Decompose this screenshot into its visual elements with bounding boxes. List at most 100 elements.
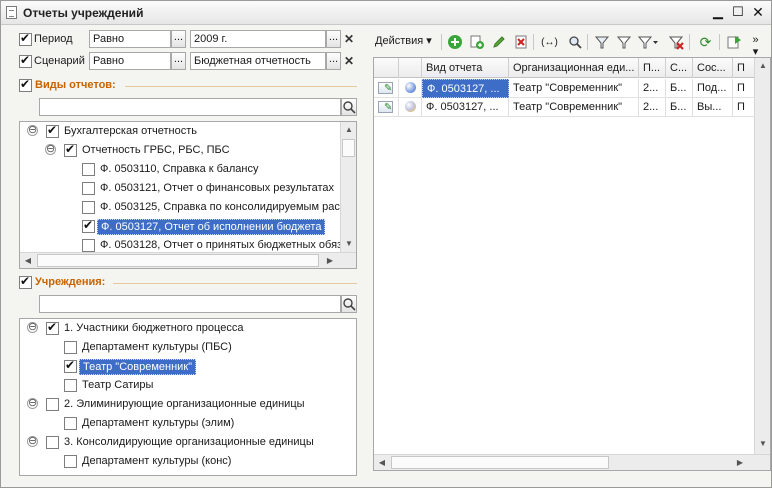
tree-item-label[interactable]: Ф. 0503125, Справка по консолидируемым р… (97, 200, 348, 216)
scenario-value-select-button[interactable]: ... (326, 52, 341, 70)
export-icon[interactable] (725, 34, 742, 51)
filter-set-icon[interactable] (593, 34, 610, 51)
collapse-toggle-icon[interactable]: ⊖ (27, 398, 38, 409)
tree-row[interactable]: Ф. 0503110, Справка к балансу (20, 160, 340, 179)
collapse-toggle-icon[interactable]: ⊖ (27, 125, 38, 136)
scroll-right-arrow[interactable]: ▶ (732, 455, 748, 470)
period-value-field[interactable]: 2009 г. (190, 30, 326, 48)
tree-item-label[interactable]: Департамент культуры (конс) (79, 454, 234, 470)
tree-item-checkbox[interactable] (82, 218, 95, 233)
edit-icon[interactable] (490, 34, 507, 51)
column-header-period[interactable]: П... (639, 58, 666, 78)
report-types-vscrollbar[interactable]: ▲ ▼ (340, 122, 356, 252)
tree-row[interactable]: ⊖ 1. Участники бюджетного процесса (20, 319, 340, 338)
tree-row[interactable]: Департамент культуры (ПБС) (20, 338, 340, 357)
scroll-left-arrow[interactable]: ◀ (20, 253, 36, 268)
collapse-toggle-icon[interactable]: ⊖ (45, 144, 56, 155)
tree-item-checkbox[interactable] (64, 455, 77, 468)
report-type-cell[interactable]: Ф. 0503127, ... (422, 79, 509, 98)
tree-row[interactable]: Театр "Современник" (20, 357, 340, 376)
tree-item-checkbox[interactable] (46, 398, 59, 411)
period-clear-button[interactable]: ✕ (342, 30, 356, 48)
tree-item-label[interactable]: Бухгалтерская отчетность (61, 124, 200, 140)
minimize-button[interactable]: ▁ (710, 4, 726, 20)
period-condition-select-button[interactable]: ... (171, 30, 186, 48)
scenario-clear-button[interactable]: ✕ (342, 52, 356, 70)
tree-item-checkbox[interactable] (46, 123, 59, 138)
tree-item-checkbox[interactable] (64, 379, 77, 392)
delete-icon[interactable] (512, 34, 529, 51)
tree-item-checkbox[interactable] (46, 436, 59, 449)
scroll-thumb[interactable] (391, 456, 609, 469)
scroll-left-arrow[interactable]: ◀ (374, 455, 390, 470)
report-types-search-button[interactable] (341, 98, 357, 116)
organization-cell[interactable]: Театр "Современник" (509, 79, 639, 98)
tree-item-label[interactable]: Театр Сатиры (79, 378, 156, 394)
tree-item-label[interactable]: Ф. 0503110, Справка к балансу (97, 162, 261, 178)
tree-item-checkbox[interactable] (64, 142, 77, 157)
tree-item-checkbox[interactable] (82, 182, 95, 195)
table-row[interactable]: Ф. 0503127, ... Театр "Современник" 2...… (374, 98, 758, 117)
tree-row[interactable]: Ф. 0503127, Отчет об исполнении бюджета (20, 217, 340, 236)
filter-dropdown-icon[interactable] (637, 34, 659, 51)
period-value-select-button[interactable]: ... (326, 30, 341, 48)
scroll-down-arrow[interactable]: ▼ (755, 436, 770, 452)
organization-cell[interactable]: Театр "Современник" (509, 98, 639, 117)
scenario-condition-select-button[interactable]: ... (171, 52, 186, 70)
tree-item-label[interactable]: Ф. 0503127, Отчет об исполнении бюджета (97, 219, 326, 235)
tree-item-checkbox[interactable] (64, 341, 77, 354)
close-window-button[interactable]: ✕ (750, 4, 766, 20)
period-condition-field[interactable]: Равно (89, 30, 171, 48)
tree-row[interactable]: ⊖ 3. Консолидирующие организационные един… (20, 433, 340, 452)
copy-icon[interactable] (468, 34, 485, 51)
tree-row[interactable]: Ф. 0503121, Отчет о финансовых результат… (20, 179, 340, 198)
tree-row[interactable]: Ф. 0503125, Справка по консолидируемым р… (20, 198, 345, 217)
tree-item-label[interactable]: 1. Участники бюджетного процесса (61, 321, 246, 337)
institutions-search-button[interactable] (341, 295, 357, 313)
tree-row[interactable]: Департамент культуры (конс) (20, 452, 340, 471)
tree-item-checkbox[interactable] (82, 163, 95, 176)
report-types-checkbox[interactable] (19, 77, 32, 92)
refresh-icon[interactable]: ⟳ (697, 34, 714, 51)
tree-item-label[interactable]: Отчетность ГРБС, РБС, ПБС (79, 143, 233, 159)
collapse-toggle-icon[interactable]: ⊖ (27, 322, 38, 333)
period-cell[interactable]: 2... (639, 79, 666, 98)
report-types-hscrollbar[interactable]: ◀ ▶ (20, 252, 356, 268)
scenario-value-field[interactable]: Бюджетная отчетность (190, 52, 326, 70)
tree-item-checkbox[interactable] (64, 417, 77, 430)
collapse-toggle-icon[interactable]: ⊖ (27, 436, 38, 447)
tree-item-checkbox[interactable] (46, 320, 59, 335)
add-icon[interactable] (446, 34, 463, 51)
report-types-search-input[interactable] (39, 98, 341, 116)
report-type-cell[interactable]: Ф. 0503127, ... (422, 98, 509, 117)
scenario-cell[interactable]: Б... (666, 79, 693, 98)
tree-item-label[interactable]: Департамент культуры (ПБС) (79, 340, 235, 356)
swap-icon[interactable]: (↔) (541, 34, 558, 51)
grid-hscrollbar[interactable]: ◀ ▶ (374, 454, 770, 470)
filter-icon[interactable] (615, 34, 632, 51)
tree-row[interactable]: ⊖ Бухгалтерская отчетность (20, 122, 340, 141)
column-header-report-type[interactable]: Вид отчета (422, 58, 509, 78)
scroll-down-arrow[interactable]: ▼ (341, 236, 356, 252)
actions-menu[interactable]: Действия ▾ (375, 34, 432, 47)
state-cell[interactable]: Под... (693, 79, 733, 98)
filter-clear-icon[interactable] (667, 34, 684, 51)
more-icon[interactable]: » ▾ (747, 34, 764, 58)
period-checkbox[interactable] (19, 31, 32, 46)
scroll-right-arrow[interactable]: ▶ (322, 253, 338, 268)
tree-item-label[interactable]: 2. Элиминирующие организационные единицы (61, 397, 308, 413)
period-cell[interactable]: 2... (639, 98, 666, 117)
scenario-condition-field[interactable]: Равно (89, 52, 171, 70)
scroll-up-arrow[interactable]: ▲ (341, 122, 356, 138)
tree-row[interactable]: ⊖ 2. Элиминирующие организационные единиц… (20, 395, 340, 414)
scroll-thumb[interactable] (342, 139, 355, 157)
tree-item-checkbox[interactable] (82, 201, 95, 214)
institutions-search-input[interactable] (39, 295, 341, 313)
scenario-checkbox[interactable] (19, 53, 32, 68)
tree-row[interactable]: Департамент культуры (элим) (20, 414, 340, 433)
institutions-checkbox[interactable] (19, 274, 32, 289)
tree-item-label[interactable]: 3. Консолидирующие организационные едини… (61, 435, 317, 451)
tree-item-checkbox[interactable] (64, 358, 77, 373)
scroll-thumb[interactable] (37, 254, 319, 267)
tree-item-checkbox[interactable] (82, 239, 95, 252)
